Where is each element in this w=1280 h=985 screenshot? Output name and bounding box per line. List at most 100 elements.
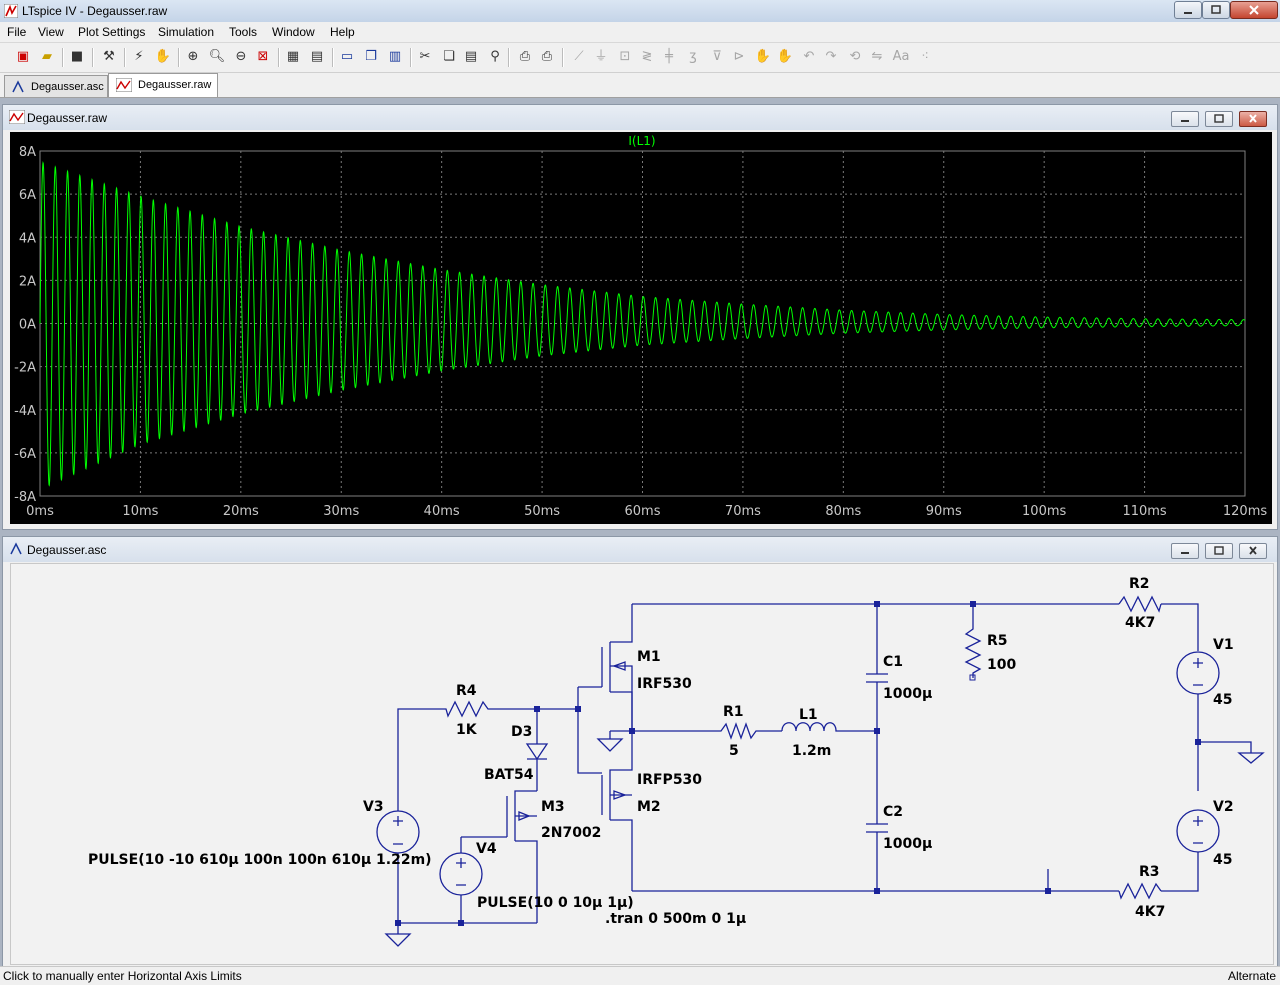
- y-tick-label[interactable]: 2A: [19, 274, 36, 289]
- m2-value: IRFP530: [637, 772, 702, 788]
- schematic-close-button[interactable]: [1239, 543, 1267, 559]
- y-tick-label[interactable]: 6A: [19, 188, 36, 203]
- restore-icon: [1214, 114, 1224, 123]
- ground-icon[interactable]: ⏚: [592, 48, 610, 66]
- schematic-minimize-button[interactable]: [1171, 543, 1199, 559]
- schematic-window-title: Degausser.asc: [27, 543, 107, 557]
- resistor-icon[interactable]: ≷: [638, 48, 656, 66]
- menu-tools[interactable]: Tools: [229, 25, 257, 39]
- schematic-drawing[interactable]: R2 4K7 V1 45 V2 45 R3 4K7 R5 100 C1 1000…: [11, 564, 1273, 964]
- waveform-plot-area[interactable]: 0ms 10ms 20ms 30ms 40ms 50ms 60ms 70ms 80ms 90ms 1…: [10, 132, 1272, 524]
- capacitor-icon[interactable]: ╪: [660, 48, 678, 66]
- tab-degausser-raw[interactable]: Degausser.raw: [108, 73, 218, 97]
- component-icon[interactable]: ⊳: [730, 48, 748, 66]
- rotate-icon[interactable]: ⟲: [846, 48, 864, 66]
- save-icon[interactable]: ■: [68, 48, 86, 66]
- x-tick-label[interactable]: 80ms: [825, 504, 861, 519]
- tile-vertical-icon[interactable]: ▥: [386, 48, 404, 66]
- tile-horizontal-icon[interactable]: ▭: [338, 48, 356, 66]
- zoom-fit-icon[interactable]: ⊠: [254, 48, 272, 66]
- zoom-icon[interactable]: 🔍︎: [208, 48, 226, 66]
- toolbar-separator: [62, 48, 64, 67]
- schematic-restore-button[interactable]: [1205, 543, 1233, 559]
- plot-minimize-button[interactable]: [1171, 111, 1199, 127]
- find-icon[interactable]: ⚲: [486, 48, 504, 66]
- m1-name: M1: [637, 649, 661, 665]
- x-tick-label[interactable]: 50ms: [524, 504, 560, 519]
- v4-value: PULSE(10 0 10µ 1µ): [477, 895, 634, 911]
- y-tick-label[interactable]: 4A: [19, 231, 36, 246]
- x-tick-label[interactable]: 10ms: [122, 504, 158, 519]
- c2-value: 1000µ: [883, 836, 932, 852]
- grid-icon[interactable]: ▤: [308, 48, 326, 66]
- copy-icon[interactable]: ❏: [440, 48, 458, 66]
- redo-icon[interactable]: ↷: [822, 48, 840, 66]
- close-button[interactable]: [1230, 1, 1278, 19]
- x-tick-label[interactable]: 90ms: [926, 504, 962, 519]
- x-tick-label[interactable]: 110ms: [1122, 504, 1166, 519]
- ltspice-logo-icon: [4, 4, 18, 18]
- trace-label[interactable]: I(L1): [628, 134, 655, 148]
- y-tick-label[interactable]: -2A: [14, 361, 36, 376]
- wire-icon[interactable]: ⟋: [570, 48, 588, 66]
- cascade-icon[interactable]: ❐: [362, 48, 380, 66]
- plot-restore-button[interactable]: [1205, 111, 1233, 127]
- mirror-icon[interactable]: ⇋: [868, 48, 886, 66]
- x-tick-label[interactable]: 30ms: [323, 504, 359, 519]
- control-panel-icon[interactable]: ⚒: [100, 48, 118, 66]
- x-tick-label[interactable]: 60ms: [625, 504, 661, 519]
- inductor-icon[interactable]: ʒ: [684, 48, 702, 66]
- print-preview-icon[interactable]: ⎙: [516, 48, 534, 66]
- menu-view[interactable]: View: [38, 25, 64, 39]
- x-tick-label[interactable]: 40ms: [424, 504, 460, 519]
- close-icon: [1249, 114, 1257, 123]
- toolbar-separator: [410, 48, 412, 67]
- minimize-button[interactable]: [1174, 1, 1202, 19]
- menu-help[interactable]: Help: [330, 25, 355, 39]
- zoom-out-icon[interactable]: ⊖: [232, 48, 250, 66]
- spice-directive-icon[interactable]: ⁖: [916, 48, 934, 66]
- waveform-chart[interactable]: 0ms 10ms 20ms 30ms 40ms 50ms 60ms 70ms 80ms 90ms 1…: [10, 132, 1272, 524]
- move-icon[interactable]: ✋: [754, 48, 772, 66]
- maximize-button[interactable]: [1202, 1, 1230, 19]
- menu-simulation[interactable]: Simulation: [158, 25, 214, 39]
- diode-icon[interactable]: ⊽: [708, 48, 726, 66]
- zoom-in-icon[interactable]: ⊕: [184, 48, 202, 66]
- pan-hand-icon[interactable]: ✋: [154, 48, 172, 66]
- tab-degausser-asc[interactable]: Degausser.asc: [4, 75, 108, 97]
- toolbar-separator: [92, 48, 94, 67]
- r1-name: R1: [723, 704, 744, 720]
- text-icon[interactable]: Aa: [892, 48, 910, 66]
- y-tick-label[interactable]: 8A: [19, 145, 36, 160]
- menu-file[interactable]: File: [7, 25, 26, 39]
- drag-icon[interactable]: ✋: [776, 48, 794, 66]
- x-tick-label[interactable]: 120ms: [1223, 504, 1267, 519]
- v2-name: V2: [1213, 799, 1234, 815]
- cut-icon[interactable]: ✂: [416, 48, 434, 66]
- menu-plot-settings[interactable]: Plot Settings: [78, 25, 145, 39]
- plot-close-button[interactable]: [1239, 111, 1267, 127]
- run-icon[interactable]: ⚡: [130, 48, 148, 66]
- undo-icon[interactable]: ↶: [800, 48, 818, 66]
- menu-window[interactable]: Window: [272, 25, 315, 39]
- label-net-icon[interactable]: ⊡: [616, 48, 634, 66]
- autorange-icon[interactable]: ▦: [284, 48, 302, 66]
- schematic-canvas[interactable]: R2 4K7 V1 45 V2 45 R3 4K7 R5 100 C1 1000…: [10, 563, 1274, 965]
- x-tick-label[interactable]: 100ms: [1022, 504, 1066, 519]
- y-tick-label[interactable]: -6A: [14, 447, 36, 462]
- paste-icon[interactable]: ▤: [462, 48, 480, 66]
- l1-value: 1.2m: [792, 743, 831, 759]
- x-tick-label[interactable]: 0ms: [26, 504, 54, 519]
- new-schematic-icon[interactable]: ▣: [14, 48, 32, 66]
- y-tick-label[interactable]: -4A: [14, 404, 36, 419]
- x-tick-label[interactable]: 20ms: [223, 504, 259, 519]
- tab-label: Degausser.asc: [31, 81, 104, 93]
- tran-directive[interactable]: .tran 0 500m 0 1µ: [605, 911, 746, 927]
- x-tick-label[interactable]: 70ms: [725, 504, 761, 519]
- open-icon[interactable]: ▰: [38, 48, 56, 66]
- print-icon[interactable]: ⎙: [538, 48, 556, 66]
- y-tick-label[interactable]: -8A: [14, 490, 36, 505]
- m3-name: M3: [541, 799, 565, 815]
- y-tick-label[interactable]: 0A: [19, 318, 36, 333]
- m2-name: M2: [637, 799, 661, 815]
